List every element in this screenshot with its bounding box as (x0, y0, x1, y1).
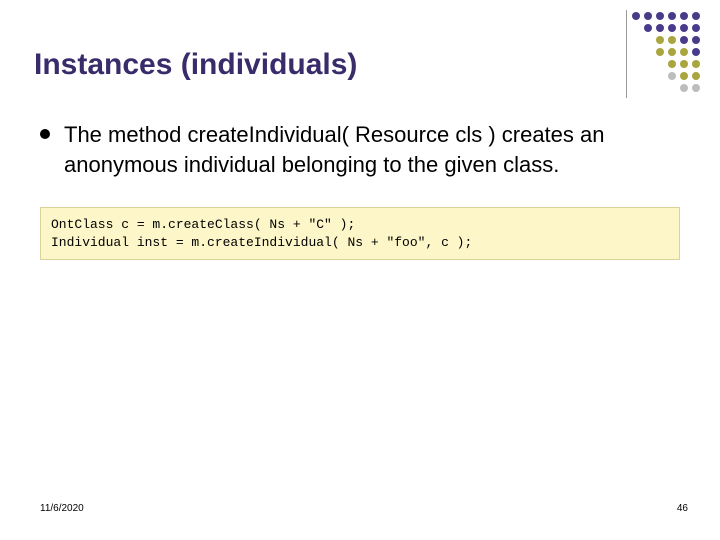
bullet-item: The method createIndividual( Resource cl… (40, 120, 680, 179)
slide-title: Instances (individuals) (34, 48, 357, 82)
decoration-dot (656, 12, 664, 20)
decoration-dot (632, 12, 640, 20)
decoration-dot (680, 72, 688, 80)
decoration-dot (668, 72, 676, 80)
decoration-dot (656, 24, 664, 32)
decoration-dot (668, 12, 676, 20)
decoration-dot (668, 36, 676, 44)
decoration-dot (680, 36, 688, 44)
decoration-dot (668, 48, 676, 56)
slide-body: The method createIndividual( Resource cl… (40, 120, 680, 260)
footer-date: 11/6/2020 (40, 503, 84, 514)
bullet-text: The method createIndividual( Resource cl… (64, 120, 680, 179)
decoration-dot (656, 36, 664, 44)
decoration-dot (680, 24, 688, 32)
decoration-dot (680, 12, 688, 20)
decoration-dot (668, 24, 676, 32)
decoration-dot (692, 36, 700, 44)
decoration-dot (680, 84, 688, 92)
decoration-dot (680, 60, 688, 68)
decoration-dot (692, 12, 700, 20)
bullet-icon (40, 129, 50, 139)
decoration-dot (692, 48, 700, 56)
decoration-dot (692, 72, 700, 80)
decoration-dot (656, 48, 664, 56)
decoration-dot (644, 24, 652, 32)
decoration-dot (692, 60, 700, 68)
decoration-dot (692, 84, 700, 92)
code-block: OntClass c = m.createClass( Ns + "C" ); … (40, 207, 680, 260)
decoration-dot (692, 24, 700, 32)
corner-decoration (632, 12, 702, 94)
decoration-dot (644, 12, 652, 20)
footer-page-number: 46 (677, 503, 688, 514)
decoration-separator (626, 10, 627, 98)
decoration-dot (680, 48, 688, 56)
decoration-dot (668, 60, 676, 68)
